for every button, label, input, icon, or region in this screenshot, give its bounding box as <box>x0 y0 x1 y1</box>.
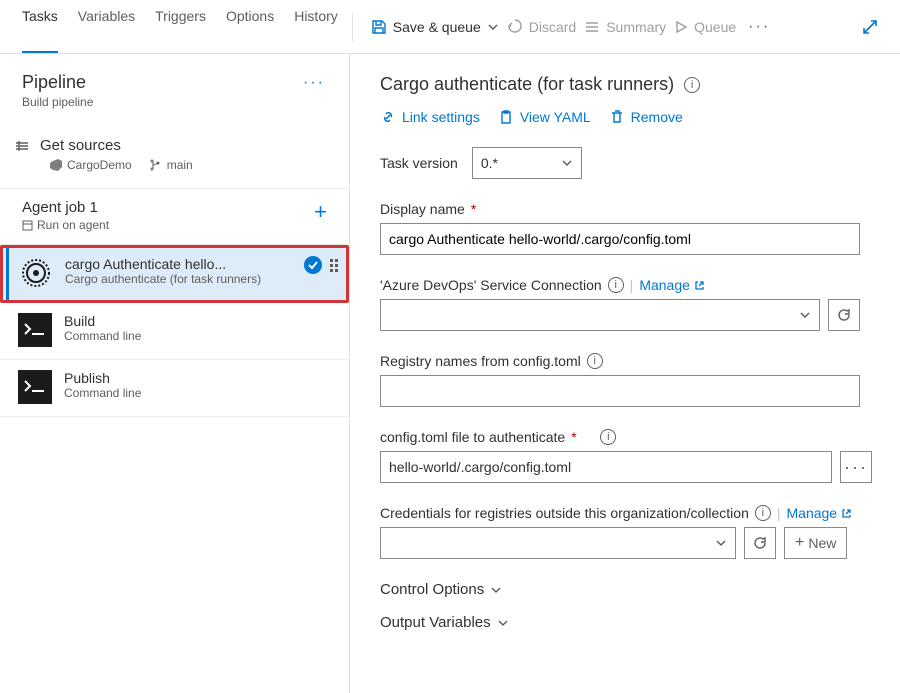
refresh-icon <box>752 535 768 551</box>
display-name-input[interactable] <box>380 223 860 255</box>
chevron-down-icon <box>799 309 811 321</box>
expand-button[interactable] <box>856 13 884 41</box>
toolbar-overflow[interactable]: ··· <box>740 14 778 40</box>
queue-button[interactable]: Queue <box>670 13 740 41</box>
agent-icon <box>22 220 33 231</box>
chevron-down-icon <box>497 617 509 629</box>
browse-path-button[interactable]: ··· <box>840 451 872 483</box>
job-subtitle: Run on agent <box>22 218 109 232</box>
chevron-down-icon <box>487 21 499 33</box>
display-name-label: Display name <box>380 201 465 217</box>
clipboard-icon <box>498 109 514 125</box>
registry-names-label: Registry names from config.toml <box>380 353 581 369</box>
job-title: Agent job 1 <box>22 199 109 216</box>
task-valid-icon <box>304 256 322 274</box>
creds-dropdown[interactable] <box>380 527 736 559</box>
tab-options[interactable]: Options <box>226 0 274 53</box>
manage-creds-link[interactable]: Manage <box>787 505 853 521</box>
info-icon[interactable]: i <box>684 77 700 93</box>
chevron-down-icon <box>715 537 727 549</box>
config-path-label: config.toml file to authenticate <box>380 429 565 445</box>
agent-job-row[interactable]: Agent job 1 Run on agent + <box>0 188 349 245</box>
task-item-build[interactable]: Build Command line <box>0 303 349 360</box>
undo-icon <box>507 19 523 35</box>
cli-icon <box>18 313 52 347</box>
task-subtitle: Command line <box>64 329 339 343</box>
drag-handle-icon[interactable] <box>330 259 338 272</box>
pipeline-subtitle: Build pipeline <box>22 95 93 109</box>
task-title: Publish <box>64 370 339 386</box>
tabs: Tasks Variables Triggers Options History <box>0 0 338 53</box>
tab-tasks[interactable]: Tasks <box>22 0 58 53</box>
required-marker: * <box>471 201 476 217</box>
refresh-service-conn-button[interactable] <box>828 299 860 331</box>
pipeline-overflow[interactable]: ··· <box>301 72 327 94</box>
sources-icon <box>14 138 30 154</box>
pipeline-title: Pipeline <box>22 72 93 93</box>
tab-history[interactable]: History <box>294 0 338 53</box>
get-sources-row[interactable]: Get sources CargoDemo main <box>0 129 349 182</box>
task-subtitle: Command line <box>64 386 339 400</box>
tab-variables[interactable]: Variables <box>78 0 135 53</box>
summary-button[interactable]: Summary <box>580 13 670 41</box>
cli-icon <box>18 370 52 404</box>
queue-label: Queue <box>694 19 736 35</box>
external-link-icon <box>841 508 852 519</box>
play-icon <box>674 20 688 34</box>
repo-tag: CargoDemo <box>50 158 132 172</box>
task-version-label: Task version <box>380 155 458 171</box>
info-icon[interactable]: i <box>600 429 616 445</box>
control-options-section[interactable]: Control Options <box>380 581 888 598</box>
required-marker: * <box>571 429 576 445</box>
service-conn-dropdown[interactable] <box>380 299 820 331</box>
output-variables-section[interactable]: Output Variables <box>380 614 888 631</box>
tab-triggers[interactable]: Triggers <box>155 0 206 53</box>
discard-label: Discard <box>529 19 576 35</box>
summary-label: Summary <box>606 19 666 35</box>
chevron-down-icon <box>561 157 573 169</box>
info-icon[interactable]: i <box>608 277 624 293</box>
sources-title: Get sources <box>40 137 121 154</box>
branch-tag: main <box>150 158 193 172</box>
creds-label: Credentials for registries outside this … <box>380 505 749 521</box>
link-settings-button[interactable]: Link settings <box>380 109 480 125</box>
task-title: cargo Authenticate hello... <box>65 256 292 272</box>
info-icon[interactable]: i <box>587 353 603 369</box>
service-conn-label: 'Azure DevOps' Service Connection <box>380 277 602 293</box>
fullscreen-icon <box>862 19 878 35</box>
task-version-value: 0.* <box>481 155 498 171</box>
save-icon <box>371 19 387 35</box>
save-and-queue-label: Save & queue <box>393 19 481 35</box>
registry-names-input[interactable] <box>380 375 860 407</box>
task-item-cargo-auth[interactable]: cargo Authenticate hello... Cargo authen… <box>0 245 349 303</box>
info-icon[interactable]: i <box>755 505 771 521</box>
new-creds-button[interactable]: +New <box>784 527 847 559</box>
branch-icon <box>150 159 162 171</box>
azure-devops-icon <box>50 159 62 171</box>
refresh-icon <box>836 307 852 323</box>
external-link-icon <box>694 280 705 291</box>
rust-gear-icon <box>19 256 53 290</box>
save-and-queue-button[interactable]: Save & queue <box>367 13 503 41</box>
manage-service-conn-link[interactable]: Manage <box>639 277 705 293</box>
task-version-select[interactable]: 0.* <box>472 147 582 179</box>
discard-button[interactable]: Discard <box>503 13 580 41</box>
task-subtitle: Cargo authenticate (for task runners) <box>65 272 292 286</box>
remove-button[interactable]: Remove <box>609 109 683 125</box>
view-yaml-button[interactable]: View YAML <box>498 109 591 125</box>
task-item-publish[interactable]: Publish Command line <box>0 360 349 417</box>
task-title: Build <box>64 313 339 329</box>
config-path-value[interactable]: hello-world/.cargo/config.toml <box>380 451 832 483</box>
link-icon <box>380 109 396 125</box>
add-task-button[interactable]: + <box>308 199 333 225</box>
detail-title: Cargo authenticate (for task runners) <box>380 74 674 95</box>
chevron-down-icon <box>490 584 502 596</box>
trash-icon <box>609 109 625 125</box>
refresh-creds-button[interactable] <box>744 527 776 559</box>
list-icon <box>584 19 600 35</box>
